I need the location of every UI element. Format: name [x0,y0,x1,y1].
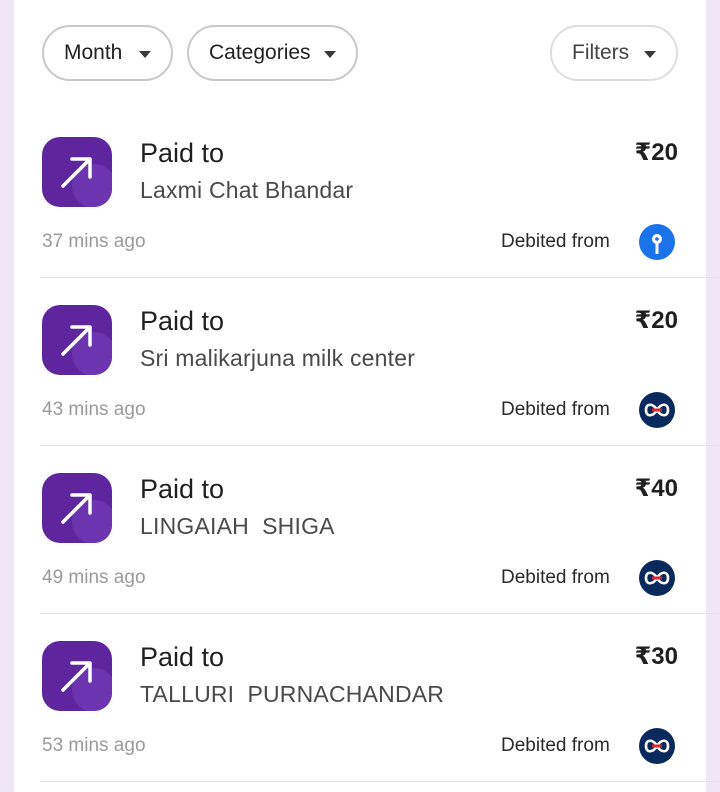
debited-from-label: Debited from [501,735,610,756]
transaction-type-label: Paid to [140,474,225,504]
transaction-amount: ₹20 [634,139,678,166]
transaction-type-label: Paid to [140,138,225,168]
transaction-type-label: Paid to [140,642,225,672]
kotak-bank-icon [639,728,675,764]
transaction-amount: ₹40 [634,475,678,502]
transaction-row[interactable]: Paid to LINGAIAH SHIGA ₹40 49 mins ago D… [0,336,720,614]
divider [40,781,720,782]
transaction-amount: ₹30 [634,643,678,670]
payee-name: TALLURI PURNACHANDAR [140,681,445,707]
paid-arrow-icon [42,641,112,711]
transaction-row[interactable]: Paid to Sri malikarjuna milk center ₹20 … [0,168,720,446]
transaction-amount: ₹20 [634,307,678,334]
transaction-row[interactable]: Paid to TALLURI PURNACHANDAR ₹30 53 mins… [0,504,720,782]
transaction-row[interactable]: Paid to Laxmi Chat Bhandar ₹20 37 mins a… [0,0,720,278]
transaction-type-label: Paid to [140,306,225,336]
transaction-time: 53 mins ago [42,735,146,756]
